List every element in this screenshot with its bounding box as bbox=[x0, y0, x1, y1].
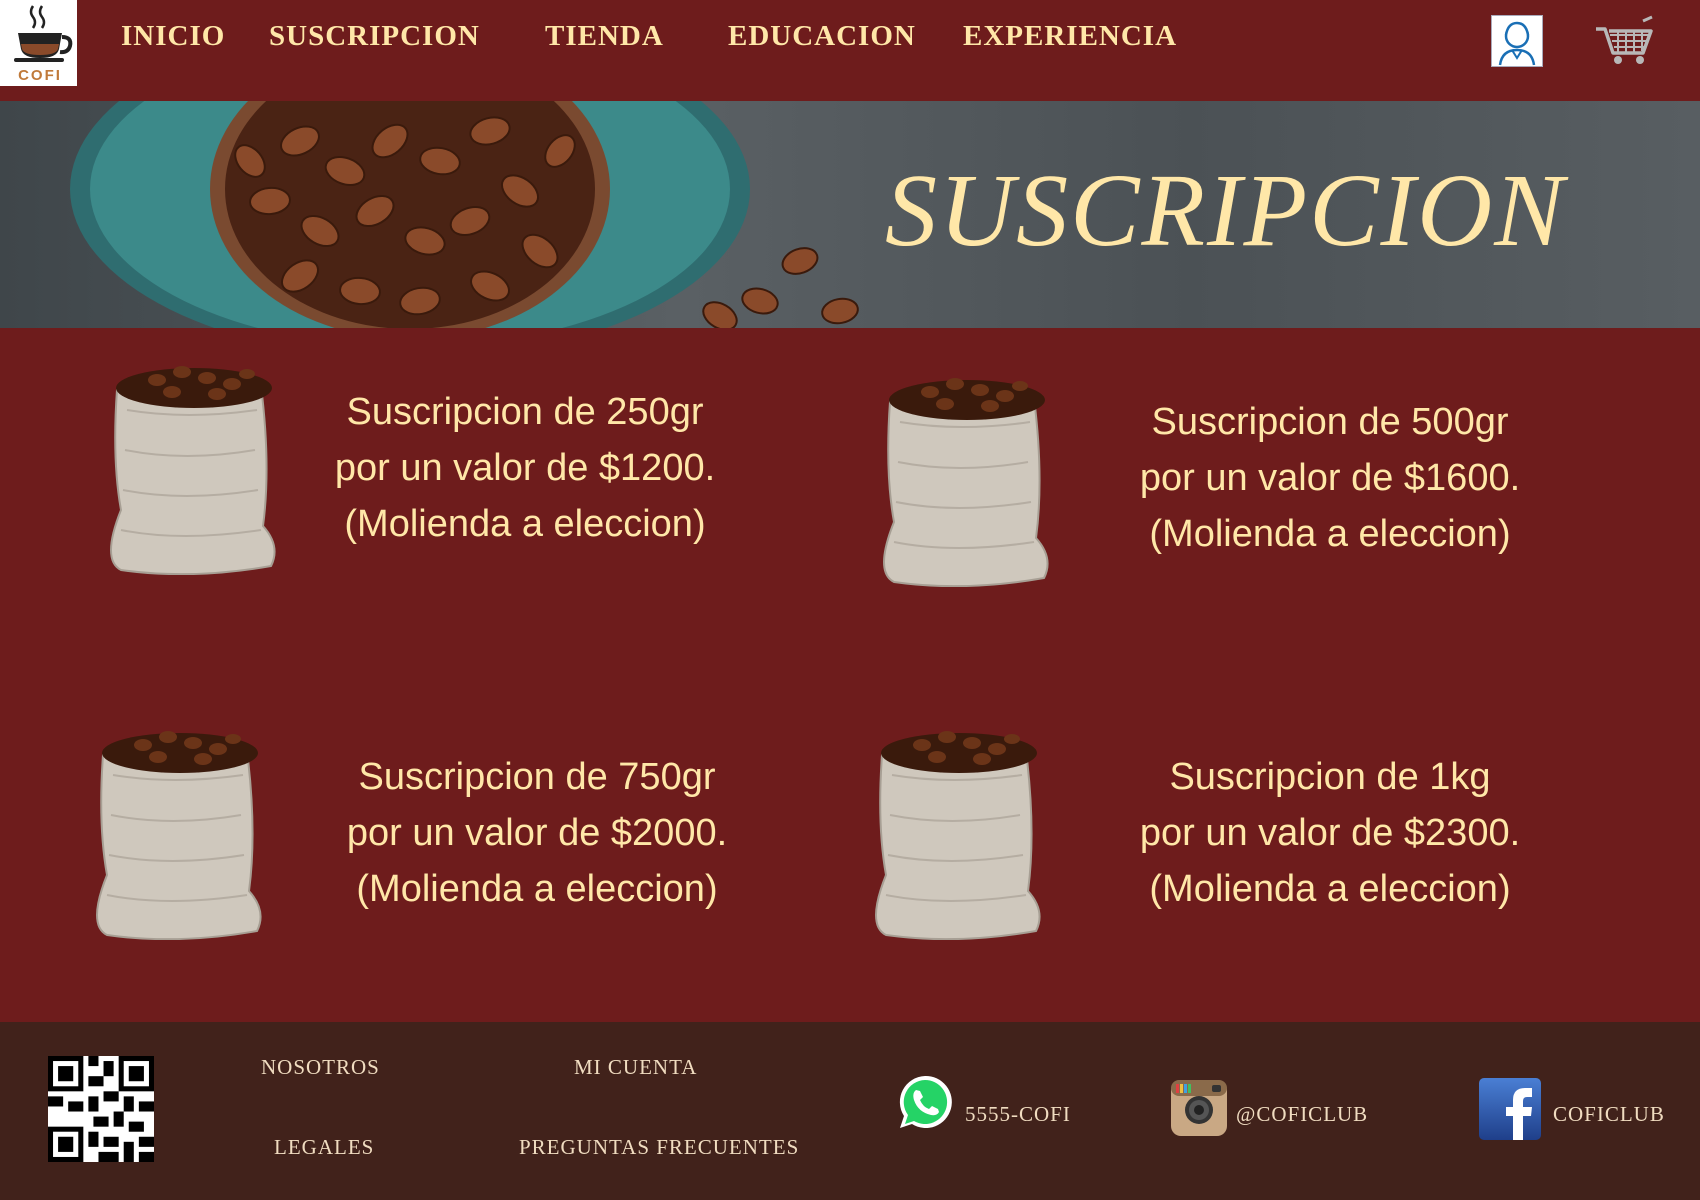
whatsapp-number[interactable]: 5555-COFI bbox=[965, 1102, 1071, 1127]
hero-banner: SUSCRIPCION bbox=[0, 101, 1700, 328]
page-title: SUSCRIPCION bbox=[885, 153, 1566, 268]
product-750gr[interactable]: Suscripcion de 750gr por un valor de $20… bbox=[312, 749, 762, 917]
facebook-page[interactable]: COFICLUB bbox=[1553, 1102, 1665, 1127]
coffee-sack-icon bbox=[883, 378, 1049, 587]
product-price: por un valor de $2300. bbox=[1139, 812, 1521, 854]
coffee-sack-icon bbox=[96, 731, 262, 940]
product-500gr[interactable]: Suscripcion de 500gr por un valor de $16… bbox=[1105, 394, 1555, 562]
shopping-cart-button[interactable] bbox=[1594, 15, 1656, 67]
nav-tienda[interactable]: TIENDA bbox=[545, 20, 664, 53]
coffee-sack-icon bbox=[875, 731, 1041, 940]
product-title: Suscripcion de 250gr bbox=[346, 391, 704, 433]
footer-link-preguntas-frecuentes[interactable]: PREGUNTAS FRECUENTES bbox=[519, 1135, 799, 1160]
product-title: Suscripcion de 500gr bbox=[1151, 401, 1509, 443]
nav-experiencia[interactable]: EXPERIENCIA bbox=[963, 20, 1177, 53]
footer bbox=[0, 1022, 1700, 1200]
whatsapp-icon[interactable] bbox=[896, 1073, 954, 1131]
qr-code-icon[interactable] bbox=[48, 1056, 154, 1162]
product-price: por un valor de $1600. bbox=[1139, 457, 1521, 499]
product-1kg[interactable]: Suscripcion de 1kg por un valor de $2300… bbox=[1105, 749, 1555, 917]
product-note: (Molienda a eleccion) bbox=[344, 503, 706, 545]
nav-suscripcion[interactable]: SUSCRIPCION bbox=[269, 20, 480, 53]
product-title: Suscripcion de 750gr bbox=[358, 756, 716, 798]
user-profile-icon bbox=[1498, 21, 1536, 66]
facebook-icon[interactable] bbox=[1479, 1078, 1541, 1140]
navbar: COFI INICIO SUSCRIPCION TIENDA EDUCACION… bbox=[0, 0, 1700, 101]
product-note: (Molienda a eleccion) bbox=[356, 868, 718, 910]
coffee-cup-logo-icon: COFI bbox=[14, 5, 73, 84]
cofi-logo[interactable]: COFI bbox=[0, 0, 77, 86]
nav-educacion[interactable]: EDUCACION bbox=[728, 20, 916, 53]
product-price: por un valor de $1200. bbox=[334, 447, 716, 489]
user-profile-button[interactable] bbox=[1491, 15, 1543, 67]
product-250gr[interactable]: Suscripcion de 250gr por un valor de $12… bbox=[300, 384, 750, 552]
product-note: (Molienda a eleccion) bbox=[1149, 513, 1511, 555]
shopping-cart-icon bbox=[1596, 15, 1653, 64]
product-price: por un valor de $2000. bbox=[346, 812, 728, 854]
footer-link-legales[interactable]: LEGALES bbox=[274, 1135, 374, 1160]
footer-link-mi-cuenta[interactable]: MI CUENTA bbox=[574, 1055, 697, 1080]
svg-text:COFI: COFI bbox=[18, 67, 62, 84]
nav-inicio[interactable]: INICIO bbox=[121, 20, 225, 53]
instagram-icon[interactable] bbox=[1170, 1079, 1228, 1137]
footer-link-nosotros[interactable]: NOSOTROS bbox=[261, 1055, 380, 1080]
product-title: Suscripcion de 1kg bbox=[1169, 756, 1491, 798]
product-note: (Molienda a eleccion) bbox=[1149, 868, 1511, 910]
coffee-sack-icon bbox=[110, 366, 276, 575]
instagram-handle[interactable]: @COFICLUB bbox=[1236, 1102, 1368, 1127]
